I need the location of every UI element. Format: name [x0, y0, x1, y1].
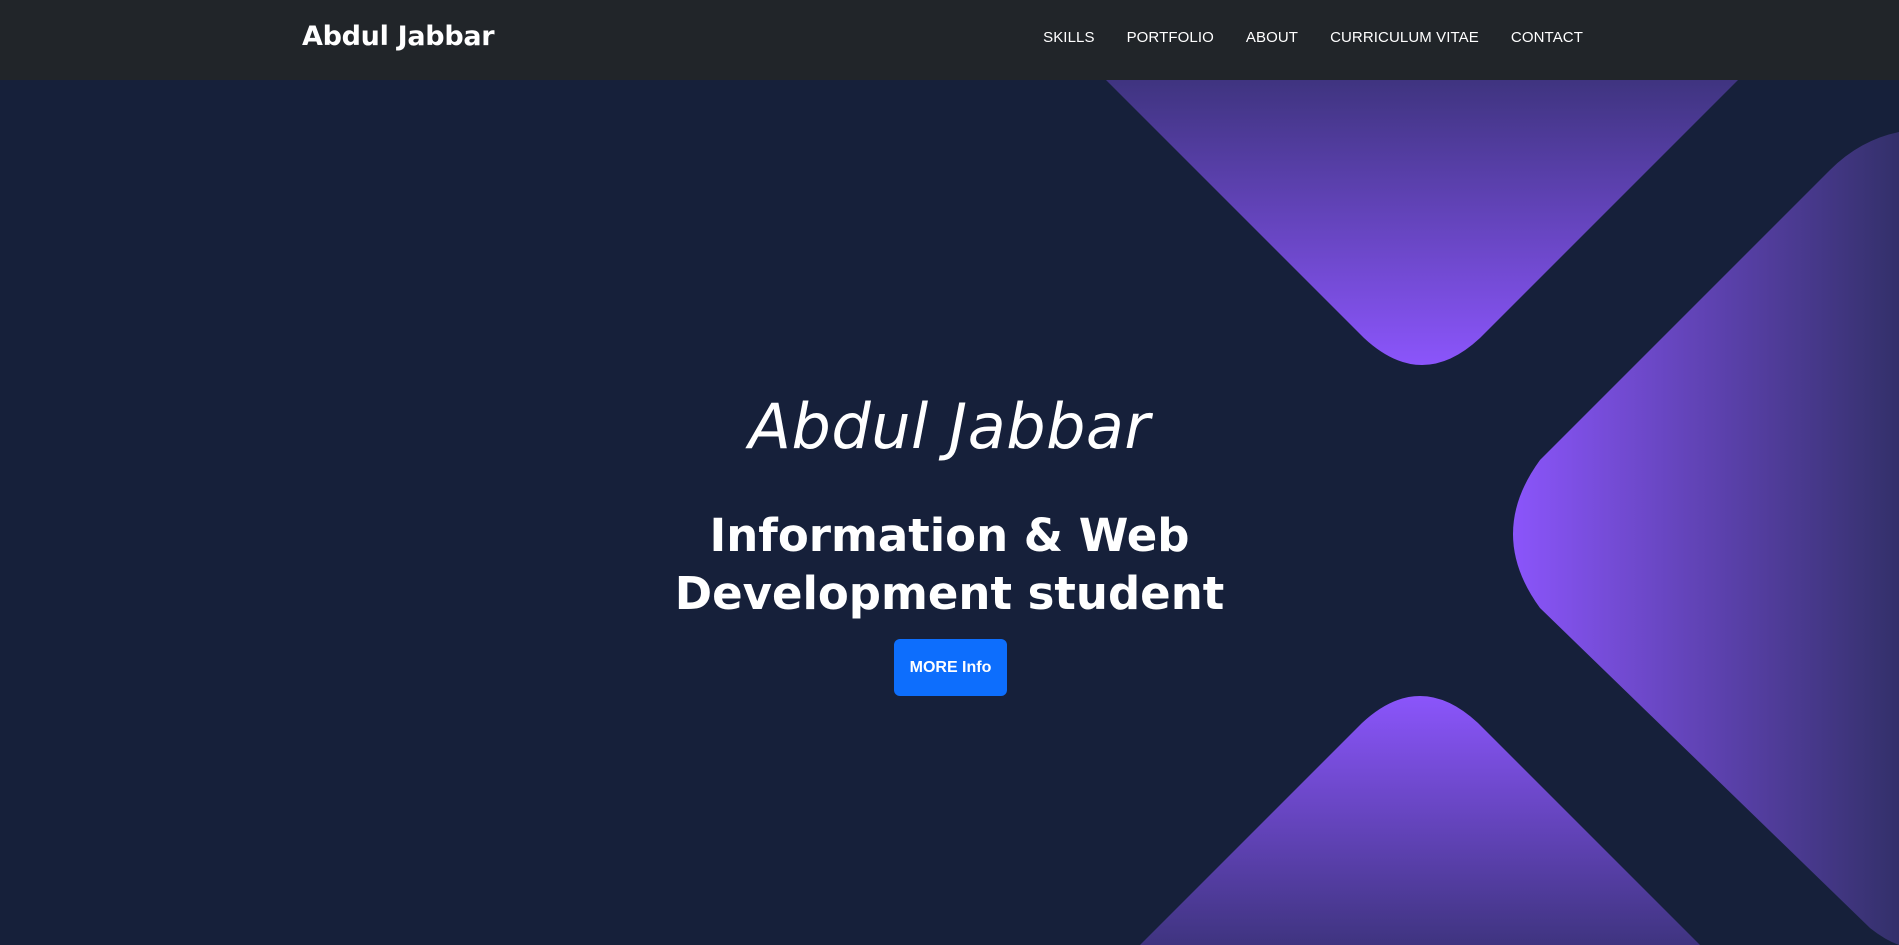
bottom-shape [1140, 696, 1700, 945]
navbar: Abdul Jabbar SKILLS PORTFOLIO ABOUT CURR… [0, 0, 1899, 80]
hero-name: Abdul Jabbar [748, 389, 1151, 463]
nav-links: SKILLS PORTFOLIO ABOUT CURRICULUM VITAE … [1043, 29, 1583, 46]
more-info-button[interactable]: MORE Info [894, 639, 1007, 696]
nav-link-contact[interactable]: CONTACT [1511, 29, 1583, 46]
brand-logo[interactable]: Abdul Jabbar [302, 21, 495, 52]
nav-link-curriculum-vitae[interactable]: CURRICULUM VITAE [1330, 29, 1479, 46]
hero-subtitle: Information & Web Development student [674, 509, 1225, 621]
hero-section: Abdul Jabbar Information & Web Developme… [0, 80, 1899, 945]
nav-link-skills[interactable]: SKILLS [1043, 29, 1094, 46]
top-shape [1106, 80, 1738, 365]
nav-link-about[interactable]: ABOUT [1246, 29, 1298, 46]
nav-link-portfolio[interactable]: PORTFOLIO [1127, 29, 1214, 46]
